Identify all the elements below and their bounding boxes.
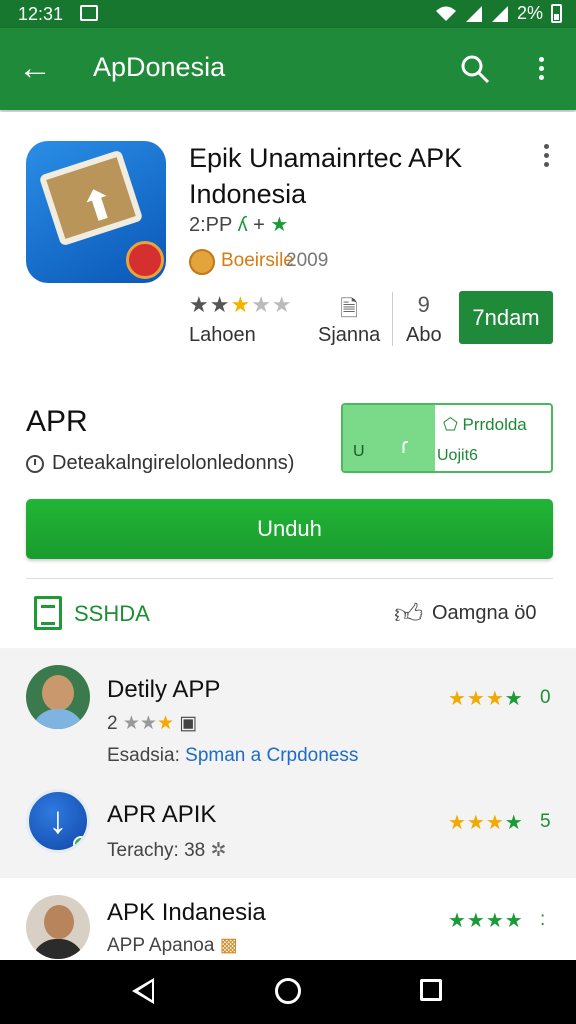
divider [26,578,553,579]
rating-arrow-icon: ʎ [237,214,248,236]
list-item-title[interactable]: Detily APP [107,676,220,704]
stat-reviews-label: Lahoen [189,324,256,346]
promo-subtitle: Uojit6 [437,447,478,464]
developer-avatar [189,249,215,275]
document-icon: 🗎 [340,296,358,321]
rating-line-text: 2:PP [189,214,232,236]
list-item-stars: ★★★★ [448,910,524,932]
age-icon: 9 [417,292,430,317]
rating-stars-icon: ★★★★★ [189,292,293,317]
signal-icon-2 [491,5,508,22]
avatar-download-icon: ↓ [26,789,90,853]
install-button[interactable]: 7ndam [459,291,553,344]
tab-right-label[interactable]: Oamgna ö0 [432,602,537,625]
more-vert-icon[interactable] [526,50,556,86]
rating-star-icon: ★ [270,214,289,236]
app-bar-title: ApDonesia [93,52,226,82]
promo-mark-icon: ɾ [401,433,409,458]
section-description-text: Deteakalngirelolonledonns) [52,452,295,474]
settings-icon: ✲ [210,840,227,861]
app-more-icon[interactable] [538,144,554,174]
nav-home-icon[interactable] [275,978,301,1004]
status-time: 12:31 [18,4,64,24]
developer-name[interactable]: Boeirsile [221,250,294,272]
app-rating-line: 2:PP ʎ + ★ [189,212,288,237]
status-bar: 12:31 2% [0,0,576,28]
thumbs-up-icon[interactable]: 👍︎ [394,597,423,631]
promo-title: ⬠ Prrdolda [443,415,527,434]
rating-plus-icon: + [253,214,265,236]
gift-icon: ▩ [219,935,238,956]
calendar-icon: ▣ [179,713,198,734]
notification-icon [80,5,98,21]
promo-left-text: U [353,443,365,460]
list-item-sub: 2 ★★★ ▣ [107,713,198,734]
list-item-score: 0 [540,687,551,708]
avatar [26,895,90,959]
stat-reviews: ★★★★★ Lahoen [189,292,293,347]
verified-icon [73,836,87,850]
stat-size: 🗎 Sjanna [318,292,380,347]
list-item-sub: APP Apanoa ▩ [107,935,238,956]
list-item-stars: ★★★★ [448,688,524,710]
arrow-back-icon[interactable]: ← [18,48,52,88]
avatar [26,665,90,729]
stat-divider [392,292,393,346]
promo-banner[interactable]: U ɾ ⬠ Prrdolda Uojit6 [341,403,553,473]
promo-image [343,405,435,471]
clock-icon [26,454,44,473]
list-item-title[interactable]: APR APIK [107,801,216,829]
developer-year: 2009 [286,250,329,271]
signal-icon [465,5,482,22]
battery-icon [551,4,562,23]
mini-star-icon: ★ [156,713,174,734]
list-item-score: 5 [540,811,551,832]
download-button[interactable]: Unduh [26,499,553,559]
status-right: 2% [435,3,562,24]
list-item-link[interactable]: Spman a Crpdoness [185,745,358,766]
section-description: Deteakalngirelolonledonns) [26,452,294,475]
app-bar: ← ApDonesia [0,28,576,110]
stat-age-label: Abo [406,324,442,346]
list-item-score: : [540,909,546,930]
list-item-title[interactable]: APK Indanesia [107,899,266,927]
app-icon: ⬆ [26,141,166,283]
section-title: APR [26,405,88,438]
tab-left-label[interactable]: SSHDA [74,601,150,627]
mini-stars-icon: ★★ [122,713,157,734]
stat-age: 9 Abo [406,292,442,347]
nav-recents-icon[interactable] [420,979,442,1001]
nav-back-icon[interactable] [132,978,154,1004]
stat-size-label: Sjanna [318,324,381,346]
list-item-link-line: Esadsia: Spman a Crpdoness [107,745,359,766]
app-title: Epik Unamainrtec APK Indonesia [189,143,463,209]
document-list-icon [34,596,62,630]
badge-icon [126,241,164,279]
system-nav-bar [0,960,576,1024]
battery-percent: 2% [516,3,543,23]
list-item-stars: ★★★★ [448,812,524,834]
list-item-sub: Terachy: 38 ✲ [107,840,227,861]
wifi-icon [435,6,456,21]
search-icon[interactable] [460,54,490,84]
